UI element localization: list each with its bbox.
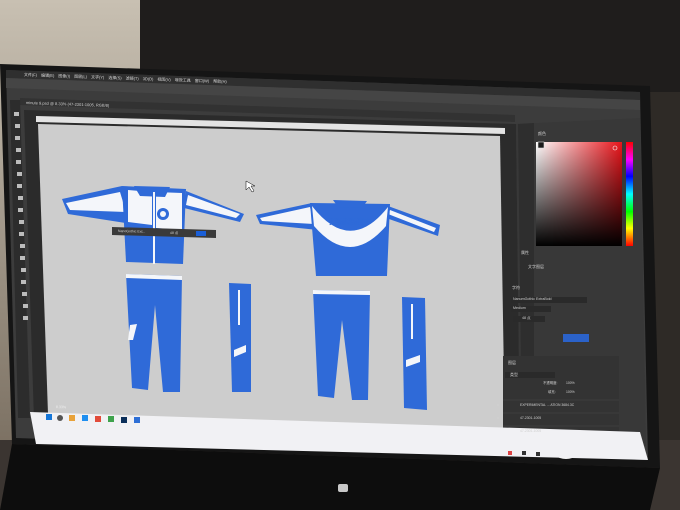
side-pants-right [402,297,427,410]
text-color-swatch[interactable] [196,231,206,236]
side-pants-left [229,283,251,392]
fill-value[interactable]: 100% [566,390,575,395]
layer-name[interactable]: 47-2301-1005 [520,429,541,434]
text-color-box[interactable] [563,334,589,342]
menu-item[interactable]: 文字(Y) [91,74,105,79]
menu-item[interactable]: 图像(I) [58,73,70,78]
layer-name[interactable]: EXPERIMENTAL ... ATION 3684.3C [520,403,574,408]
font-family-value[interactable]: NanumGothic ExtraBold [513,297,552,302]
menu-item[interactable]: 编辑(E) [41,73,55,78]
floating-toolbar-font[interactable]: NanoGothic Ext... [118,229,146,235]
font-style-value[interactable]: Medium [513,306,526,311]
color-panel-tab[interactable]: 颜色 [538,131,546,136]
color-field-shade[interactable] [536,142,622,246]
artboard [38,124,505,440]
floating-toolbar-size[interactable]: 48 点 [170,231,178,236]
opacity-label: 不透明度: [543,381,558,385]
foreground-color-swatch[interactable] [537,141,545,149]
fill-label: 填充: [548,390,556,394]
menu-item[interactable]: 视图(V) [157,77,171,82]
character-section-title: 字符 [512,285,520,290]
menu-item[interactable]: 选择(S) [108,75,122,80]
menu-item[interactable]: 增效工具 [175,77,191,83]
layer-name[interactable]: 47-2301-1005 [520,416,541,421]
hue-slider[interactable] [626,142,633,246]
text-layer-label: 文字图层 [528,264,544,269]
menu-item[interactable]: 帮助(H) [213,79,227,84]
status-zoom[interactable]: 8.33% [56,405,66,410]
photo-scene: 实验实验高中 文件(F) 编辑(E) 图像(I) 图层(L) 文字(Y) 选择(… [0,0,680,510]
power-light [338,484,348,492]
menu-item[interactable]: 3D(D) [143,76,154,81]
font-size-value[interactable]: 48 点 [522,316,531,321]
properties-panel-tab[interactable]: 属性 [521,250,529,255]
opacity-value[interactable]: 100% [566,381,575,386]
menu-item[interactable]: 文件(F) [24,72,37,77]
menu-item[interactable]: 窗口(W) [195,78,210,84]
menu-item[interactable]: 滤镜(T) [126,76,139,81]
back-emblem-text: 实验实验高中 [329,217,371,226]
layers-panel-tab[interactable]: 图层 [508,360,516,365]
layer-kind-label[interactable]: 类型 [510,372,518,377]
menu-item[interactable]: 图层(L) [74,74,87,79]
